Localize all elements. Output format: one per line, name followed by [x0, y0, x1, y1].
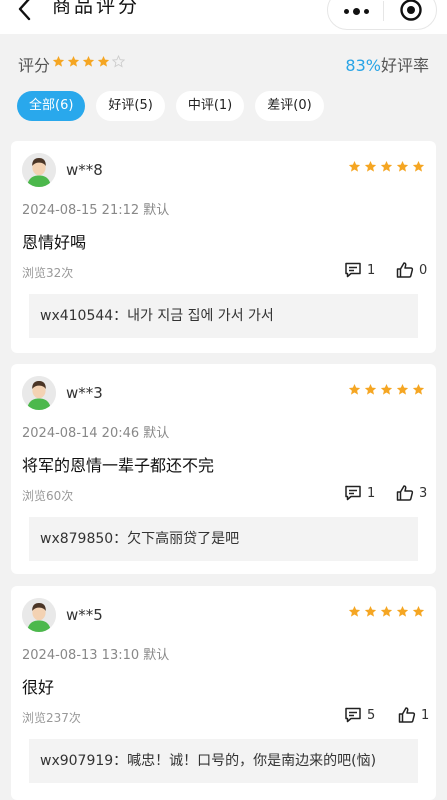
back-button[interactable]: [14, 0, 36, 22]
star-filled-icon: [82, 55, 95, 67]
comment-button[interactable]: 1: [344, 261, 375, 279]
chevron-left-icon: [18, 0, 31, 21]
like-count: 3: [419, 485, 428, 501]
nav-bar: 商品评分: [0, 0, 447, 34]
filter-tabs: 全部(6) 好评(5) 中评(1) 差评(0): [17, 91, 324, 121]
review-username: w**5: [66, 606, 103, 624]
comment-count: 5: [367, 707, 376, 723]
review-card: w**3 2024-08-14 20:46 默认 将军的恩情一辈子都还不完 浏览…: [11, 364, 436, 574]
capsule-divider: [383, 1, 384, 21]
star-filled-icon: [396, 383, 409, 395]
merchant-reply: wx907919：喊忠！诚！口号的，你是南边来的吧(恼): [29, 739, 418, 783]
star-filled-icon: [396, 605, 409, 617]
like-count: 1: [421, 707, 430, 723]
mini-program-capsule: [327, 0, 437, 30]
comment-count: 1: [367, 262, 376, 278]
merchant-reply: wx410544：내가 지금 집에 가서 가서: [29, 294, 418, 338]
star-filled-icon: [380, 383, 393, 395]
user-avatar-icon: [22, 598, 56, 632]
review-views: 浏览60次: [22, 489, 74, 503]
merchant-reply: wx879850：欠下高丽贷了是吧: [29, 517, 418, 561]
avatar: [22, 153, 56, 187]
review-username: w**8: [66, 161, 103, 179]
user-avatar-icon: [22, 376, 56, 410]
comment-icon: [345, 262, 361, 278]
review-date: 2024-08-13 13:10 默认: [22, 648, 170, 663]
comment-button[interactable]: 5: [344, 706, 375, 724]
star-filled-icon: [348, 605, 361, 617]
tab-all[interactable]: 全部(6): [17, 91, 86, 121]
star-filled-icon: [412, 383, 425, 395]
user-avatar-icon: [22, 153, 56, 187]
like-count: 0: [419, 262, 428, 278]
page-title: 商品评分: [52, 0, 141, 17]
summary-star-rating: [52, 55, 125, 68]
tab-positive[interactable]: 好评(5): [96, 91, 165, 121]
avatar: [22, 376, 56, 410]
comment-icon: [345, 485, 361, 501]
comment-button[interactable]: 1: [344, 484, 375, 502]
review-star-rating: [348, 605, 425, 618]
review-date: 2024-08-15 21:12 默认: [22, 203, 170, 218]
star-filled-icon: [364, 383, 377, 395]
thumbs-up-icon: [396, 262, 414, 278]
star-filled-icon: [364, 160, 377, 172]
star-filled-icon: [412, 160, 425, 172]
target-icon: [400, 0, 422, 21]
close-mini-program-button[interactable]: [399, 0, 423, 22]
tab-neutral[interactable]: 中评(1): [175, 91, 245, 121]
star-filled-icon: [348, 160, 361, 172]
review-star-rating: [348, 160, 425, 173]
thumbs-up-icon: [398, 707, 416, 723]
like-button[interactable]: 3: [396, 484, 427, 502]
star-filled-icon: [364, 605, 377, 617]
rating-label: 评分: [18, 56, 51, 75]
star-filled-icon: [380, 160, 393, 172]
comment-icon: [345, 707, 361, 723]
star-filled-icon: [67, 55, 80, 67]
star-filled-icon: [97, 55, 110, 67]
more-dots-icon: [343, 8, 349, 14]
avatar: [22, 598, 56, 632]
review-star-rating: [348, 383, 425, 396]
comment-count: 1: [367, 485, 376, 501]
review-content: 恩情好喝: [22, 233, 87, 252]
like-button[interactable]: 0: [396, 261, 427, 279]
review-content: 将军的恩情一辈子都还不完: [22, 456, 215, 475]
thumbs-up-icon: [396, 485, 414, 501]
like-button[interactable]: 1: [398, 706, 429, 724]
review-date: 2024-08-14 20:46 默认: [22, 426, 170, 441]
star-filled-icon: [396, 160, 409, 172]
star-filled-icon: [380, 605, 393, 617]
tab-negative[interactable]: 差评(0): [255, 91, 324, 121]
good-rate-label: 好评率: [380, 56, 429, 75]
more-button[interactable]: [336, 0, 376, 24]
review-card: w**8 2024-08-15 21:12 默认 恩情好喝 浏览32次 1 0 …: [11, 141, 436, 353]
review-username: w**3: [66, 384, 103, 402]
star-filled-icon: [412, 605, 425, 617]
review-views: 浏览32次: [22, 266, 74, 280]
star-filled-icon: [52, 55, 65, 67]
good-rate: 83% 好评率: [345, 52, 429, 76]
review-card: w**5 2024-08-13 13:10 默认 很好 浏览237次 5 1 w…: [11, 586, 436, 800]
star-filled-icon: [348, 383, 361, 395]
good-rate-value: 83%: [345, 56, 381, 75]
review-views: 浏览237次: [22, 711, 81, 725]
star-empty-icon: [112, 55, 125, 68]
review-content: 很好: [22, 678, 55, 697]
